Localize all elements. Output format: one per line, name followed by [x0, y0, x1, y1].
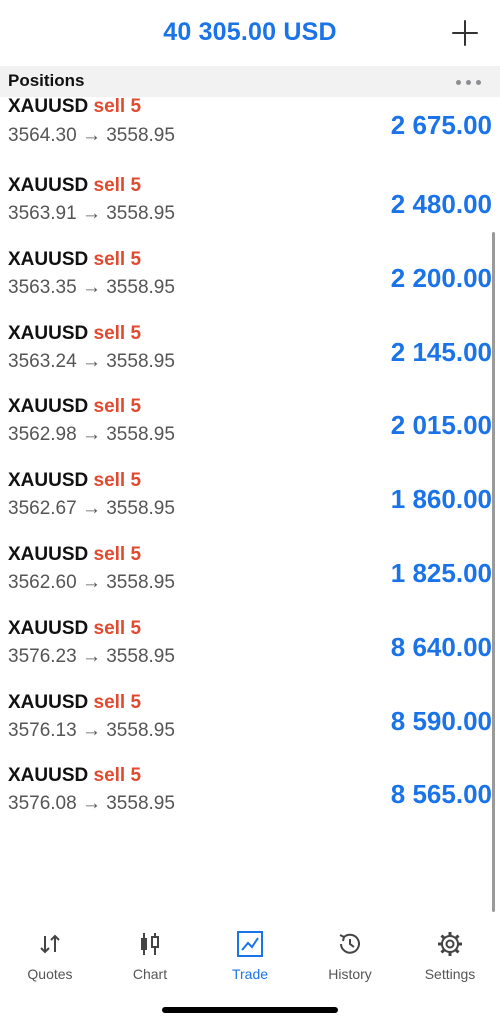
position-row[interactable]: XAUUSD sell 5 3563.35 → 3558.95 2 200.00: [0, 237, 500, 311]
position-symbol: XAUUSD sell 5: [8, 618, 141, 640]
position-side: sell 5: [93, 691, 142, 713]
position-row[interactable]: XAUUSD sell 5 3562.98 → 3558.95 2 015.00: [0, 384, 500, 458]
position-prices: 3562.67 → 3558.95: [8, 498, 175, 520]
position-prices: 3563.91 → 3558.95: [8, 203, 175, 224]
position-symbol: XAUUSD sell 5: [8, 396, 141, 418]
position-prices: 3576.23 → 3558.95: [8, 645, 175, 667]
symbol-name: XAUUSD: [8, 765, 89, 787]
position-side: sell 5: [93, 175, 142, 196]
symbol-name: XAUUSD: [8, 248, 89, 270]
quotes-arrows-icon: [40, 934, 60, 954]
trade-chart-icon: [237, 931, 263, 957]
position-profit: 8 590.00: [390, 705, 492, 736]
position-side: sell 5: [93, 543, 142, 565]
gear-icon: [438, 932, 462, 956]
position-profit: 1 825.00: [390, 557, 492, 588]
tab-label: Settings: [424, 966, 476, 982]
position-profit: 1 860.00: [390, 484, 492, 515]
position-profit: 8 565.00: [390, 779, 492, 810]
position-side: sell 5: [93, 322, 142, 344]
position-prices: 3563.35 → 3558.95: [8, 276, 175, 298]
position-side: sell 5: [93, 617, 142, 639]
position-row[interactable]: XAUUSD sell 5 3563.24 → 3558.95 2 145.00: [0, 311, 500, 385]
position-row[interactable]: XAUUSD sell 5 3576.23 → 3558.95 8 640.00: [0, 606, 500, 680]
position-row[interactable]: XAUUSD sell 5 3562.60 → 3558.95 1 825.00: [0, 532, 500, 606]
position-symbol: XAUUSD sell 5: [8, 765, 141, 787]
position-profit: 2 200.00: [390, 262, 492, 293]
symbol-name: XAUUSD: [8, 175, 89, 196]
position-profit: 2 145.00: [390, 336, 492, 367]
tab-label: Quotes: [27, 966, 73, 982]
position-profit: 2 480.00: [390, 189, 492, 219]
position-profit: 2 675.00: [390, 110, 492, 140]
position-prices: 3562.60 → 3558.95: [8, 571, 175, 593]
top-bar: 40 305.00 USD: [0, 0, 500, 66]
position-prices: 3563.24 → 3558.95: [8, 350, 175, 372]
position-symbol: XAUUSD sell 5: [8, 175, 141, 197]
position-symbol: XAUUSD sell 5: [8, 96, 141, 118]
symbol-name: XAUUSD: [8, 543, 89, 565]
symbol-name: XAUUSD: [8, 322, 89, 344]
position-prices: 3576.08 → 3558.95: [8, 793, 175, 815]
position-row[interactable]: XAUUSD sell 5 3576.13 → 3558.95 8 590.00: [0, 680, 500, 754]
tab-bar: Quotes Chart Trade History Settings: [0, 912, 500, 992]
position-side: sell 5: [93, 396, 142, 418]
tab-settings[interactable]: Settings: [400, 930, 500, 990]
account-balance[interactable]: 40 305.00 USD: [0, 18, 500, 47]
tab-chart[interactable]: Chart: [100, 930, 200, 990]
position-side: sell 5: [93, 96, 142, 117]
tab-history[interactable]: History: [300, 930, 400, 990]
position-row[interactable]: XAUUSD sell 5 3563.91 → 3558.95 2 480.00: [0, 163, 500, 237]
position-row[interactable]: XAUUSD sell 5 3562.67 → 3558.95 1 860.00: [0, 458, 500, 532]
position-prices: 3576.13 → 3558.95: [8, 719, 175, 741]
position-row[interactable]: XAUUSD sell 5 3564.30 → 3558.95 2 675.00: [0, 96, 500, 163]
position-symbol: XAUUSD sell 5: [8, 544, 141, 566]
home-indicator: [162, 1007, 338, 1013]
position-prices: 3562.98 → 3558.95: [8, 424, 175, 446]
symbol-name: XAUUSD: [8, 691, 89, 713]
symbol-name: XAUUSD: [8, 96, 89, 117]
position-row[interactable]: XAUUSD sell 5 3576.08 → 3558.95 8 565.00: [0, 753, 500, 827]
tab-label: History: [328, 966, 372, 982]
tab-label: Trade: [231, 966, 269, 982]
position-symbol: XAUUSD sell 5: [8, 249, 141, 271]
position-symbol: XAUUSD sell 5: [8, 692, 141, 714]
position-profit: 8 640.00: [390, 631, 492, 662]
history-clock-icon: [339, 933, 360, 954]
position-side: sell 5: [93, 765, 142, 787]
positions-list: XAUUSD sell 5 3564.30 → 3558.95 2 675.00 XA…: [0, 96, 500, 827]
plus-icon[interactable]: [452, 20, 478, 46]
position-profit: 2 015.00: [390, 410, 492, 441]
symbol-name: XAUUSD: [8, 396, 89, 418]
candlestick-chart-icon: [141, 933, 159, 955]
section-title: Positions: [8, 71, 85, 90]
more-horizontal-icon[interactable]: [456, 80, 484, 86]
position-symbol: XAUUSD sell 5: [8, 323, 141, 345]
symbol-name: XAUUSD: [8, 470, 89, 492]
tab-label: Chart: [132, 966, 168, 982]
tab-quotes[interactable]: Quotes: [0, 930, 100, 990]
position-side: sell 5: [93, 470, 142, 492]
position-side: sell 5: [93, 248, 142, 270]
position-prices: 3564.30 → 3558.95: [8, 125, 175, 146]
positions-header: Positions: [0, 66, 500, 97]
tab-trade[interactable]: Trade: [200, 930, 300, 990]
scrollbar[interactable]: [492, 232, 495, 912]
symbol-name: XAUUSD: [8, 617, 89, 639]
position-symbol: XAUUSD sell 5: [8, 470, 141, 492]
